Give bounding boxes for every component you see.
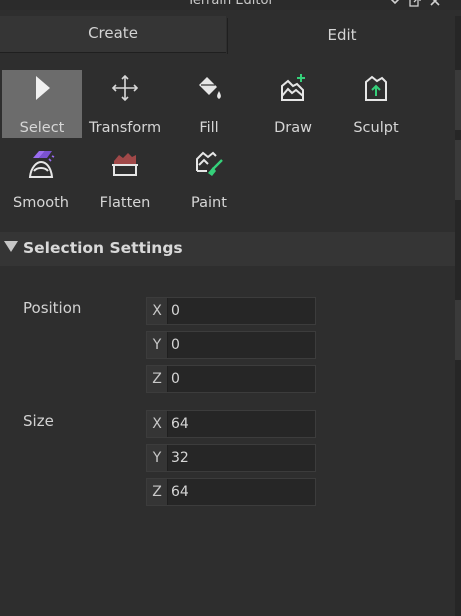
size-x-field[interactable]: X 64	[146, 410, 316, 438]
expand-triangle-icon[interactable]	[4, 241, 18, 252]
tool-sculpt[interactable]: Sculpt	[336, 70, 416, 138]
axis-label: Y	[147, 445, 168, 471]
scrollbar-segment	[455, 140, 461, 200]
field-value[interactable]: 64	[171, 411, 189, 437]
title-bar: Terrain Editor	[0, 0, 461, 10]
axis-label: Z	[147, 366, 168, 392]
mode-tabs: Create Edit	[0, 16, 457, 54]
tool-paint[interactable]: Paint	[169, 145, 249, 213]
scrollbar-segment	[455, 300, 461, 360]
position-x-field[interactable]: X 0	[146, 297, 316, 325]
chevron-down-icon[interactable]	[388, 0, 402, 8]
cursor-arrow-icon	[26, 72, 58, 104]
tool-transform[interactable]: Transform	[85, 70, 165, 138]
axis-label: X	[147, 411, 168, 437]
tool-select[interactable]: Select	[2, 70, 82, 138]
position-label: Position	[23, 299, 82, 317]
terrain-paint-icon	[193, 147, 225, 179]
terrain-smooth-icon	[25, 147, 57, 179]
tool-label: Sculpt	[353, 120, 399, 136]
terrain-editor-panel: Terrain Editor Create Edit Select Transf…	[0, 0, 461, 616]
popout-icon[interactable]	[408, 0, 422, 8]
tab-edit[interactable]: Edit	[227, 18, 457, 54]
close-icon[interactable]	[428, 0, 442, 8]
terrain-add-icon	[277, 72, 309, 104]
axis-label: Z	[147, 479, 168, 505]
tool-label: Paint	[191, 195, 227, 211]
paint-bucket-icon	[193, 72, 225, 104]
tool-smooth[interactable]: Smooth	[1, 145, 81, 213]
move-arrows-icon	[109, 72, 141, 104]
tool-flatten[interactable]: Flatten	[85, 145, 165, 213]
scrollbar-segment	[455, 70, 461, 130]
tool-fill[interactable]: Fill	[169, 70, 249, 138]
size-z-field[interactable]: Z 64	[146, 478, 316, 506]
axis-label: X	[147, 298, 168, 324]
tool-draw[interactable]: Draw	[253, 70, 333, 138]
field-value[interactable]: 64	[171, 479, 189, 505]
field-value[interactable]: 0	[171, 332, 180, 358]
field-value[interactable]: 0	[171, 366, 180, 392]
axis-label: Y	[147, 332, 168, 358]
field-value[interactable]: 0	[171, 298, 180, 324]
size-label: Size	[23, 412, 54, 430]
terrain-flatten-icon	[109, 147, 141, 179]
selection-settings-header[interactable]: Selection Settings	[0, 232, 455, 266]
position-z-field[interactable]: Z 0	[146, 365, 316, 393]
section-title: Selection Settings	[23, 239, 183, 257]
position-y-field[interactable]: Y 0	[146, 331, 316, 359]
tab-create[interactable]: Create	[0, 16, 226, 53]
terrain-sculpt-icon	[360, 72, 392, 104]
field-value[interactable]: 32	[171, 445, 189, 471]
size-y-field[interactable]: Y 32	[146, 444, 316, 472]
